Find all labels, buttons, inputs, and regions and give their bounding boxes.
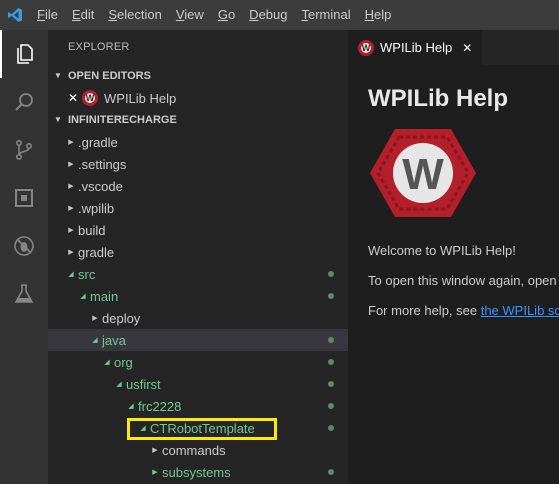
tree-item[interactable]: ▶ .settings [48,153,348,175]
open-editor-item[interactable]: ✕ W WPILib Help [48,87,348,109]
welcome-text: Welcome to WPILib Help! [368,243,516,258]
menu-item[interactable]: Edit [65,0,101,30]
editor-tabs: W WPILib Help ✕ [348,30,559,65]
chevron-right-icon: ▶ [152,469,158,476]
chevron-right-icon: ▶ [68,161,74,168]
editor-area: W WPILib Help ✕ WPILib Help W Welcome to… [348,30,559,484]
tree-item-label: main [90,288,119,304]
close-icon[interactable]: ✕ [462,41,472,55]
extensions-icon[interactable] [0,174,48,222]
tab-wpilib-help[interactable]: W WPILib Help ✕ [348,30,483,65]
chevron-down-icon: ▼ [54,71,62,80]
chevron-down-icon: ◢ [80,293,86,300]
tree-item-label: gradle [78,244,115,260]
tree-item[interactable]: ◢ usfirst [48,373,348,395]
tree-item-label: .gradle [78,134,118,150]
wpilib-logo-icon: W [358,39,374,56]
menu-bar: File Edit Selection View Go Debug Terminal Help [0,0,559,30]
open-editors-header-label: OPEN EDITORS [68,70,151,82]
menu-item[interactable]: Go [211,0,242,30]
tree-item-label: org [114,354,133,370]
project-header-label: INFINITERECHARGE [68,114,177,126]
tree-item-label: subsystems [162,464,231,480]
tree-item-label: frc2228 [138,398,182,414]
tree-item[interactable]: ▶ commands [48,439,348,461]
wpilib-docs-link[interactable]: the WPILib scr [481,303,559,318]
tree-item-label: deploy [102,310,141,326]
search-icon[interactable] [0,78,48,126]
tree-item[interactable]: ▶ build [48,219,348,241]
chevron-right-icon: ▶ [68,183,74,190]
tree-item-label: .wpilib [78,200,115,216]
tree-item-label: .settings [78,156,127,172]
chevron-right-icon: ▶ [152,447,158,454]
source-control-icon[interactable] [0,126,48,174]
wpilib-logo-icon: W [368,123,478,223]
chevron-down-icon: ◢ [116,381,122,388]
tree-item-label: commands [162,442,226,458]
tree-item-label: java [102,332,126,348]
chevron-right-icon: ▶ [92,315,98,322]
reopen-text: To open this window again, open [368,273,557,288]
chevron-down-icon: ◢ [128,403,134,410]
menu-item[interactable]: Terminal [294,0,357,30]
tree-item[interactable]: ▶ .vscode [48,175,348,197]
menu-item[interactable]: Help [358,0,399,30]
more-help-text: For more help, see the WPILib scr [368,303,559,319]
svg-text:W: W [402,150,444,199]
vscode-logo-icon [0,0,30,30]
chevron-down-icon: ◢ [92,337,98,344]
chevron-right-icon: ▶ [68,249,74,256]
chevron-right-icon: ▶ [68,205,74,212]
tree-item-label: usfirst [126,376,161,392]
menu-item[interactable]: Debug [242,0,294,30]
menu-item[interactable]: Selection [101,0,168,30]
close-icon[interactable]: ✕ [68,91,82,105]
sidebar-title: EXPLORER [68,41,130,53]
tree-item-label: .vscode [78,178,123,194]
help-content: WPILib Help W Welcome to WPILib Help! To… [348,65,559,319]
tree-item[interactable]: ◢ src [48,263,348,285]
tab-label: WPILib Help [380,40,453,55]
chevron-down-icon: ◢ [68,271,74,278]
chevron-right-icon: ▶ [68,227,74,234]
tree-item[interactable]: ▶ gradle [48,241,348,263]
tree-item[interactable]: ◢ main [48,285,348,307]
explorer-icon[interactable] [0,30,48,78]
tree-item[interactable]: ◢ java [48,329,348,351]
git-status-dot [328,293,334,299]
menu-item[interactable]: File [30,0,65,30]
chevron-down-icon: ◢ [104,359,110,366]
wpilib-logo-icon: W [82,90,98,106]
git-status-dot [328,271,334,277]
explorer-sidebar: EXPLORER ▼ OPEN EDITORS ✕ W WPILib Help … [48,30,348,484]
tree-item[interactable]: ▶ subsystems [48,461,348,483]
open-editor-label: WPILib Help [104,90,177,106]
tree-item-label: src [78,266,96,282]
tree-item[interactable]: ◢ frc2228 [48,395,348,417]
git-status-dot [328,403,334,409]
test-flask-icon[interactable] [0,270,48,318]
project-header[interactable]: ▼ INFINITERECHARGE [48,109,348,131]
git-status-dot [328,469,334,475]
tree-item-label: build [78,222,106,238]
chevron-right-icon: ▶ [68,139,74,146]
menu-item[interactable]: View [169,0,211,30]
git-status-dot [328,425,334,431]
tree-item[interactable]: ▶ deploy [48,307,348,329]
tree-item[interactable]: ◢ org [48,351,348,373]
git-status-dot [328,359,334,365]
activity-bar [0,30,48,484]
highlight-annotation [127,418,277,440]
git-status-dot [328,381,334,387]
debug-icon[interactable] [0,222,48,270]
chevron-down-icon: ▼ [54,115,62,124]
tree-item[interactable]: ▶ .gradle [48,131,348,153]
tree-item[interactable]: ▶ .wpilib [48,197,348,219]
open-editors-header[interactable]: ▼ OPEN EDITORS [48,65,348,87]
page-title: WPILib Help [368,85,508,112]
git-status-dot [328,337,334,343]
